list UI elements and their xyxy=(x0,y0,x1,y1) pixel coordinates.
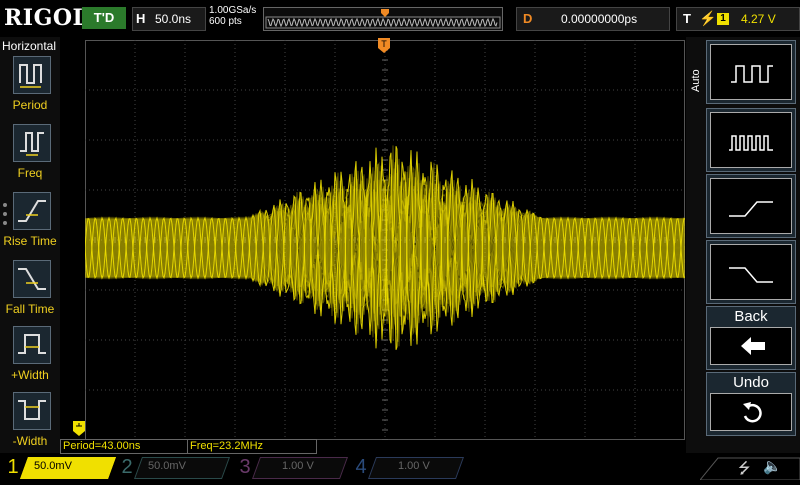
waveform-display[interactable] xyxy=(84,39,686,441)
channel-number: 4 xyxy=(355,456,367,478)
memory-position-strip[interactable] xyxy=(263,7,503,31)
rising-edge-icon: ⚡ xyxy=(699,10,717,26)
usb-icon: ⭍ xyxy=(738,460,751,477)
auto-pulse-train-button[interactable] xyxy=(706,108,796,172)
timebase-box[interactable]: H 50.0ns xyxy=(132,7,206,31)
channel-4[interactable]: 4 1.00 V xyxy=(352,456,465,479)
frequency-icon xyxy=(13,124,51,162)
measurement-period[interactable]: Period=43.00ns xyxy=(60,439,188,454)
memory-depth: 600 pts xyxy=(209,16,242,27)
back-button[interactable]: Back xyxy=(706,306,796,370)
period-icon xyxy=(13,56,51,94)
sample-info: 1.00GSa/s 600 pts xyxy=(209,5,256,27)
channel-scale: 1.00 V xyxy=(282,460,314,472)
trigger-position-arrow[interactable]: T xyxy=(378,38,392,54)
channel-scale: 50.0mV xyxy=(148,460,186,472)
delay-value: 0.00000000ps xyxy=(561,12,638,26)
trigger-box[interactable]: T ⚡ 1 4.27 V xyxy=(676,7,800,31)
undo-label: Undo xyxy=(733,374,769,391)
menu-item-negative-width[interactable]: -Width xyxy=(0,392,60,452)
auto-square-wave-button[interactable] xyxy=(706,40,796,104)
timebase-label: H xyxy=(136,11,146,26)
pulse-train-icon xyxy=(710,112,792,168)
sample-rate: 1.00GSa/s xyxy=(209,5,257,16)
undo-button[interactable]: Undo xyxy=(706,372,796,436)
channel1-ground-marker[interactable] xyxy=(73,421,87,437)
menu-item-rise-time[interactable]: Rise Time xyxy=(0,192,60,252)
delay-box[interactable]: D 0.00000000ps xyxy=(516,7,670,31)
channel-1[interactable]: 1 50.0mV xyxy=(4,456,117,479)
graticule xyxy=(84,39,686,441)
run-state-badge[interactable]: T'D xyxy=(82,7,126,29)
fall-time-icon xyxy=(13,260,51,298)
channel-2[interactable]: 2 50.0mV xyxy=(118,456,231,479)
rigol-logo: RIGOL xyxy=(4,5,89,31)
auto-rising-edge-button[interactable] xyxy=(706,174,796,238)
falling-edge-icon xyxy=(710,244,792,300)
sound-icon[interactable]: 🔈 xyxy=(763,457,782,475)
trigger-level: 4.27 V xyxy=(741,12,776,26)
trigger-label: T xyxy=(683,11,691,26)
menu-item-label: Rise Time xyxy=(3,234,57,248)
back-label: Back xyxy=(734,308,768,325)
memory-waveform-preview xyxy=(265,9,501,29)
menu-title: Horizontal xyxy=(2,39,57,53)
channel-3[interactable]: 3 1.00 V xyxy=(236,456,349,479)
channel-number: 3 xyxy=(239,456,251,478)
rising-edge-icon xyxy=(710,178,792,234)
menu-item-label: +Width xyxy=(11,368,49,382)
channel-scale: 1.00 V xyxy=(398,460,430,472)
trigger-position-marker xyxy=(381,9,389,17)
channel-number: 2 xyxy=(121,456,133,478)
trigger-source: 1 xyxy=(717,13,729,25)
positive-width-icon xyxy=(13,326,51,364)
auto-falling-edge-button[interactable] xyxy=(706,240,796,304)
measurement-freq[interactable]: Freq=23.2MHz xyxy=(187,439,317,454)
square-wave-icon xyxy=(710,44,792,100)
negative-width-icon xyxy=(13,392,51,430)
menu-item-freq[interactable]: Freq xyxy=(0,124,60,184)
rise-time-icon xyxy=(13,192,51,230)
back-arrow-icon xyxy=(710,327,792,365)
svg-text:T: T xyxy=(381,39,387,49)
menu-item-period[interactable]: Period xyxy=(0,56,60,116)
menu-item-label: Fall Time xyxy=(5,302,55,316)
menu-item-positive-width[interactable]: +Width xyxy=(0,326,60,386)
undo-icon xyxy=(710,393,792,431)
auto-tab-label: Auto xyxy=(690,69,702,92)
menu-item-label: Period xyxy=(12,98,48,112)
delay-label: D xyxy=(523,11,533,26)
timebase-value: 50.0ns xyxy=(155,12,192,26)
menu-item-label: Freq xyxy=(17,166,43,180)
channel-number: 1 xyxy=(7,456,19,478)
menu-item-label: -Width xyxy=(12,434,48,448)
channel-scale: 50.0mV xyxy=(34,460,72,472)
menu-item-fall-time[interactable]: Fall Time xyxy=(0,260,60,320)
